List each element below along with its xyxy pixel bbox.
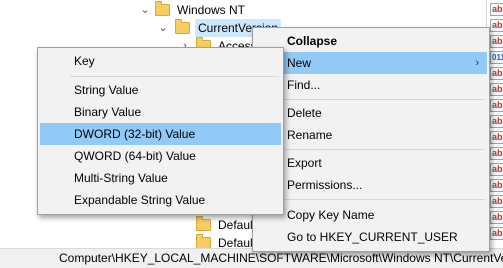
menu-item-rename[interactable]: Rename [255, 124, 487, 146]
menu-item-label: Multi-String Value [74, 171, 168, 185]
folder-icon [196, 234, 211, 248]
folder-icon [155, 1, 170, 16]
submenu-item-binary-value[interactable]: Binary Value [40, 101, 281, 123]
folder-icon [196, 216, 211, 231]
menu-separator [283, 149, 485, 150]
menu-item-go-to-hkcu[interactable]: Go to HKEY_CURRENT_USER [255, 226, 487, 248]
menu-item-delete[interactable]: Delete [255, 102, 487, 124]
menu-item-label: Key [74, 54, 95, 68]
string-value-icon: ab [490, 179, 503, 192]
chevron-down-icon[interactable]: ⌄ [158, 19, 168, 37]
string-value-icon: ab [490, 19, 503, 32]
string-value-icon: ab [490, 227, 503, 240]
context-menu: Collapse New › Find... Delete Rename Exp… [252, 27, 490, 252]
string-value-icon: ab [490, 163, 503, 176]
menu-separator [283, 199, 485, 200]
menu-item-label: Copy Key Name [287, 208, 375, 222]
folder-icon [175, 19, 190, 34]
menu-item-new[interactable]: New › [255, 52, 487, 74]
chevron-down-icon[interactable]: ⌄ [140, 1, 150, 19]
menu-item-label: New [287, 56, 312, 70]
tree-item-label: Default [218, 218, 257, 232]
string-value-icon: ab [490, 211, 503, 224]
string-value-icon: ab [490, 131, 503, 144]
menu-item-collapse[interactable]: Collapse [255, 30, 487, 52]
string-value-icon: ab [490, 99, 503, 112]
submenu-item-key[interactable]: Key [40, 50, 281, 72]
submenu-item-dword-value[interactable]: DWORD (32-bit) Value [40, 123, 281, 145]
submenu-item-qword-value[interactable]: QWORD (64-bit) Value [40, 145, 281, 167]
submenu-item-string-value[interactable]: String Value [40, 79, 281, 101]
menu-item-label: QWORD (64-bit) Value [74, 149, 196, 163]
string-value-icon: ab [490, 115, 503, 128]
menu-item-label: Rename [287, 128, 333, 142]
menu-separator [70, 76, 279, 77]
menu-item-label: Go to HKEY_CURRENT_USER [287, 230, 458, 244]
submenu-item-expandable-string-value[interactable]: Expandable String Value [40, 189, 281, 211]
string-value-icon: ab [490, 35, 503, 48]
string-value-icon: ab [490, 3, 503, 16]
menu-item-copy-key-name[interactable]: Copy Key Name [255, 204, 487, 226]
menu-item-label: Expandable String Value [74, 193, 206, 207]
menu-item-label: Permissions... [287, 178, 363, 192]
binary-value-icon: 011 [490, 51, 503, 64]
new-submenu: Key String Value Binary Value DWORD (32-… [37, 47, 284, 215]
tree-item-label: Default [218, 236, 257, 248]
menu-item-label: Binary Value [74, 105, 142, 119]
string-value-icon: ab [490, 83, 503, 96]
menu-separator [283, 99, 485, 100]
string-value-icon: ab [490, 67, 503, 80]
menu-item-label: Collapse [287, 34, 338, 48]
menu-item-permissions[interactable]: Permissions... [255, 174, 487, 196]
string-value-icon: ab [490, 147, 503, 160]
menu-item-label: DWORD (32-bit) Value [74, 127, 196, 141]
menu-item-label: Find... [287, 78, 321, 92]
submenu-item-multi-string-value[interactable]: Multi-String Value [40, 167, 281, 189]
tree-item-windows-nt[interactable]: ⌄ Windows NT [140, 1, 340, 19]
menu-item-label: Export [287, 156, 322, 170]
menu-item-export[interactable]: Export [255, 152, 487, 174]
menu-item-label: String Value [74, 83, 139, 97]
submenu-arrow-icon: › [475, 57, 479, 69]
tree-item-label: Windows NT [177, 3, 246, 17]
menu-item-find[interactable]: Find... [255, 74, 487, 96]
string-value-icon: ab [490, 195, 503, 208]
menu-item-label: Delete [287, 106, 322, 120]
